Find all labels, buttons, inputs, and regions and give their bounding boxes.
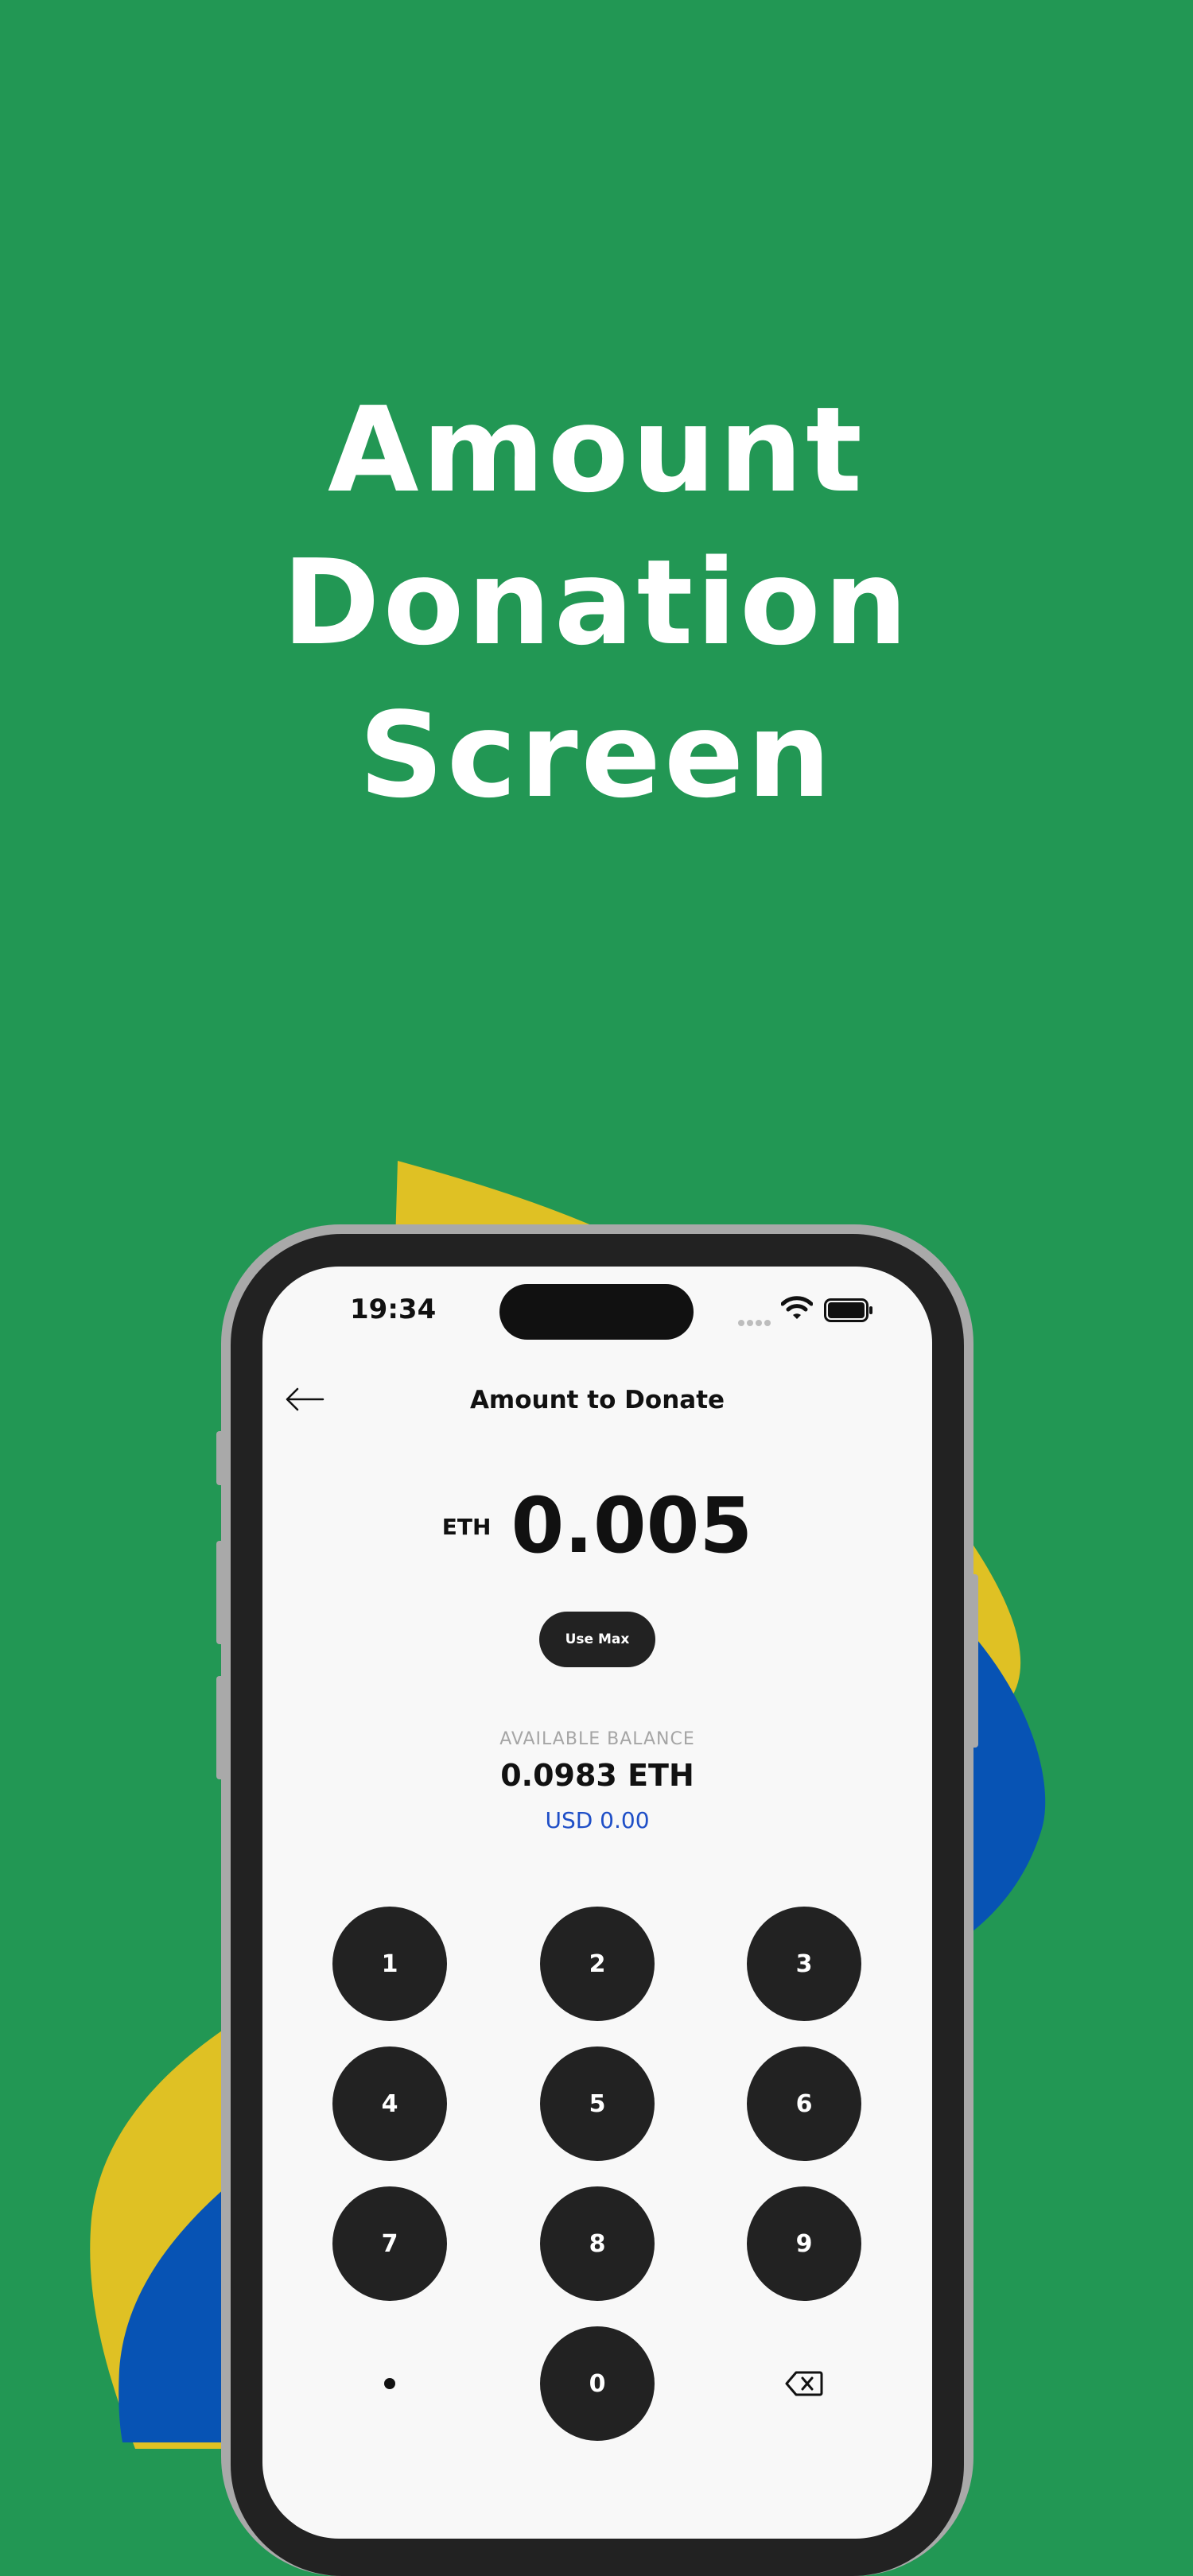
decimal-dot-icon	[384, 2378, 395, 2389]
battery-icon	[824, 1298, 872, 1322]
key-9[interactable]: 9	[747, 2186, 861, 2301]
backspace-key[interactable]	[747, 2326, 861, 2441]
signal-dots-icon	[738, 1314, 773, 1329]
available-balance-label: AVAILABLE BALANCE	[499, 1729, 695, 1749]
key-1[interactable]: 1	[332, 1907, 447, 2021]
decimal-key[interactable]	[332, 2326, 447, 2441]
amount-value: 0.005	[511, 1481, 753, 1570]
app-screen: 19:34 Amount to Donate ETH 0.005 Use Max…	[262, 1267, 932, 2539]
key-7[interactable]: 7	[332, 2186, 447, 2301]
headline-line-1: Amount	[328, 382, 865, 518]
dynamic-island	[499, 1284, 694, 1340]
key-3[interactable]: 3	[747, 1907, 861, 2021]
headline-line-2: Donation	[282, 534, 911, 671]
key-6[interactable]: 6	[747, 2046, 861, 2161]
phone-side-button-3	[216, 1676, 226, 1779]
key-8[interactable]: 8	[540, 2186, 655, 2301]
use-max-button[interactable]: Use Max	[539, 1612, 655, 1667]
key-4[interactable]: 4	[332, 2046, 447, 2161]
phone-side-button-2	[216, 1541, 226, 1644]
key-5[interactable]: 5	[540, 2046, 655, 2161]
phone-side-button-1	[216, 1431, 226, 1485]
page-title: Amount to Donate	[469, 1386, 725, 1414]
available-balance-fiat: USD 0.00	[545, 1807, 650, 1833]
amount-currency: ETH	[441, 1514, 492, 1540]
available-balance-value: 0.0983 ETH	[500, 1758, 694, 1793]
amount-display: ETH 0.005	[262, 1481, 932, 1570]
backspace-icon	[785, 2371, 823, 2396]
status-time: 19:34	[350, 1294, 437, 1325]
headline-line-3: Screen	[359, 687, 834, 824]
wifi-icon	[781, 1296, 813, 1319]
headline: Amount Donation Screen	[0, 374, 1193, 832]
phone-power-button	[969, 1574, 978, 1748]
key-2[interactable]: 2	[540, 1907, 655, 2021]
key-0[interactable]: 0	[540, 2326, 655, 2441]
